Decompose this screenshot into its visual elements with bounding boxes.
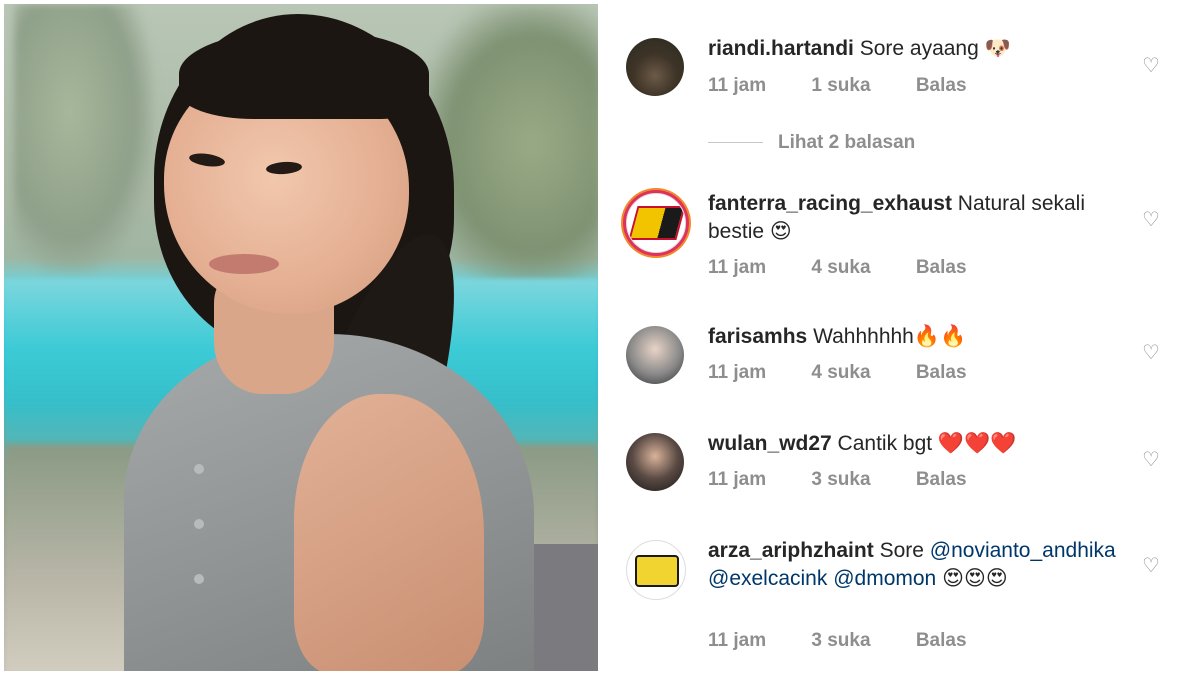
- comment-meta: 11 jam 4 suka Balas: [708, 362, 1007, 384]
- brand-logo-icon: [628, 206, 685, 240]
- post-photo: [4, 4, 598, 671]
- heart-outline-icon[interactable]: ♡: [1141, 56, 1161, 76]
- lips: [209, 254, 279, 274]
- comment-likes[interactable]: 4 suka: [811, 362, 870, 384]
- comment-body: arza_ariphzhaint Sore @novianto_andhika …: [708, 537, 1118, 593]
- comment-text: Sore: [879, 539, 930, 562]
- dress-button: [194, 519, 204, 529]
- comment-likes[interactable]: 4 suka: [811, 257, 870, 279]
- shoulder: [294, 394, 484, 671]
- comment-time: 11 jam: [708, 469, 767, 490]
- comment-username[interactable]: riandi.hartandi: [708, 37, 854, 60]
- comment-body: fanterra_racing_exhaust Natural sekali b…: [708, 190, 1128, 246]
- comment-meta: 11 jam 3 suka Balas: [708, 469, 1007, 491]
- comment-body: wulan_wd27 Cantik bgt ❤️❤️❤️: [708, 430, 1128, 458]
- dress-button: [194, 574, 204, 584]
- background-tree: [14, 4, 154, 274]
- view-replies-label[interactable]: Lihat 2 balasan: [778, 132, 915, 154]
- reply-button[interactable]: Balas: [916, 630, 967, 652]
- avatar[interactable]: [626, 326, 684, 384]
- comment-body: farisamhs Wahhhhhh🔥🔥: [708, 323, 1128, 351]
- comment-emoji: 😍😍😍: [942, 567, 1008, 590]
- comment-meta: 11 jam 1 suka Balas: [708, 75, 1007, 97]
- replies-divider: [708, 142, 763, 143]
- avatar[interactable]: [626, 433, 684, 491]
- heart-outline-icon[interactable]: ♡: [1141, 556, 1161, 576]
- comment-text: Sore ayaang 🐶: [859, 37, 1011, 60]
- comment-time: 11 jam: [708, 75, 767, 96]
- comment-time: 11 jam: [708, 257, 767, 278]
- comment-meta: 11 jam 4 suka Balas: [708, 257, 1007, 279]
- comment-time: 11 jam: [708, 362, 767, 383]
- comment-likes[interactable]: 1 suka: [811, 75, 870, 97]
- avatar[interactable]: [626, 540, 686, 600]
- reply-button[interactable]: Balas: [916, 469, 967, 491]
- avatar[interactable]: [626, 38, 684, 96]
- brand-logo-icon: [635, 555, 679, 587]
- comment-username[interactable]: fanterra_racing_exhaust: [708, 192, 952, 215]
- heart-outline-icon[interactable]: ♡: [1141, 343, 1161, 363]
- comment-body: riandi.hartandi Sore ayaang 🐶: [708, 35, 1128, 63]
- mention-link[interactable]: @exelcacink: [708, 567, 827, 590]
- comment-likes[interactable]: 3 suka: [811, 469, 870, 491]
- heart-outline-icon[interactable]: ♡: [1141, 210, 1161, 230]
- mention-link[interactable]: @dmomon: [833, 567, 936, 590]
- heart-outline-icon[interactable]: ♡: [1141, 450, 1161, 470]
- comment-time: 11 jam: [708, 630, 767, 651]
- comment-username[interactable]: farisamhs: [708, 325, 807, 348]
- comment-meta: 11 jam 3 suka Balas: [708, 630, 1007, 652]
- comment-username[interactable]: arza_ariphzhaint: [708, 539, 874, 562]
- reply-button[interactable]: Balas: [916, 362, 967, 384]
- comment-text: Cantik bgt ❤️❤️❤️: [837, 432, 1017, 455]
- comments-list: riandi.hartandi Sore ayaang 🐶 11 jam 1 s…: [598, 0, 1200, 675]
- reply-button[interactable]: Balas: [916, 75, 967, 97]
- comment-username[interactable]: wulan_wd27: [708, 432, 832, 455]
- comment-likes[interactable]: 3 suka: [811, 630, 870, 652]
- hair-bangs: [179, 29, 429, 119]
- dress-button: [194, 464, 204, 474]
- reply-button[interactable]: Balas: [916, 257, 967, 279]
- mention-link[interactable]: @novianto_andhika: [930, 539, 1116, 562]
- dress-buttons: [194, 464, 204, 644]
- comment-text: Wahhhhhh🔥🔥: [813, 325, 967, 348]
- avatar[interactable]: [626, 193, 686, 253]
